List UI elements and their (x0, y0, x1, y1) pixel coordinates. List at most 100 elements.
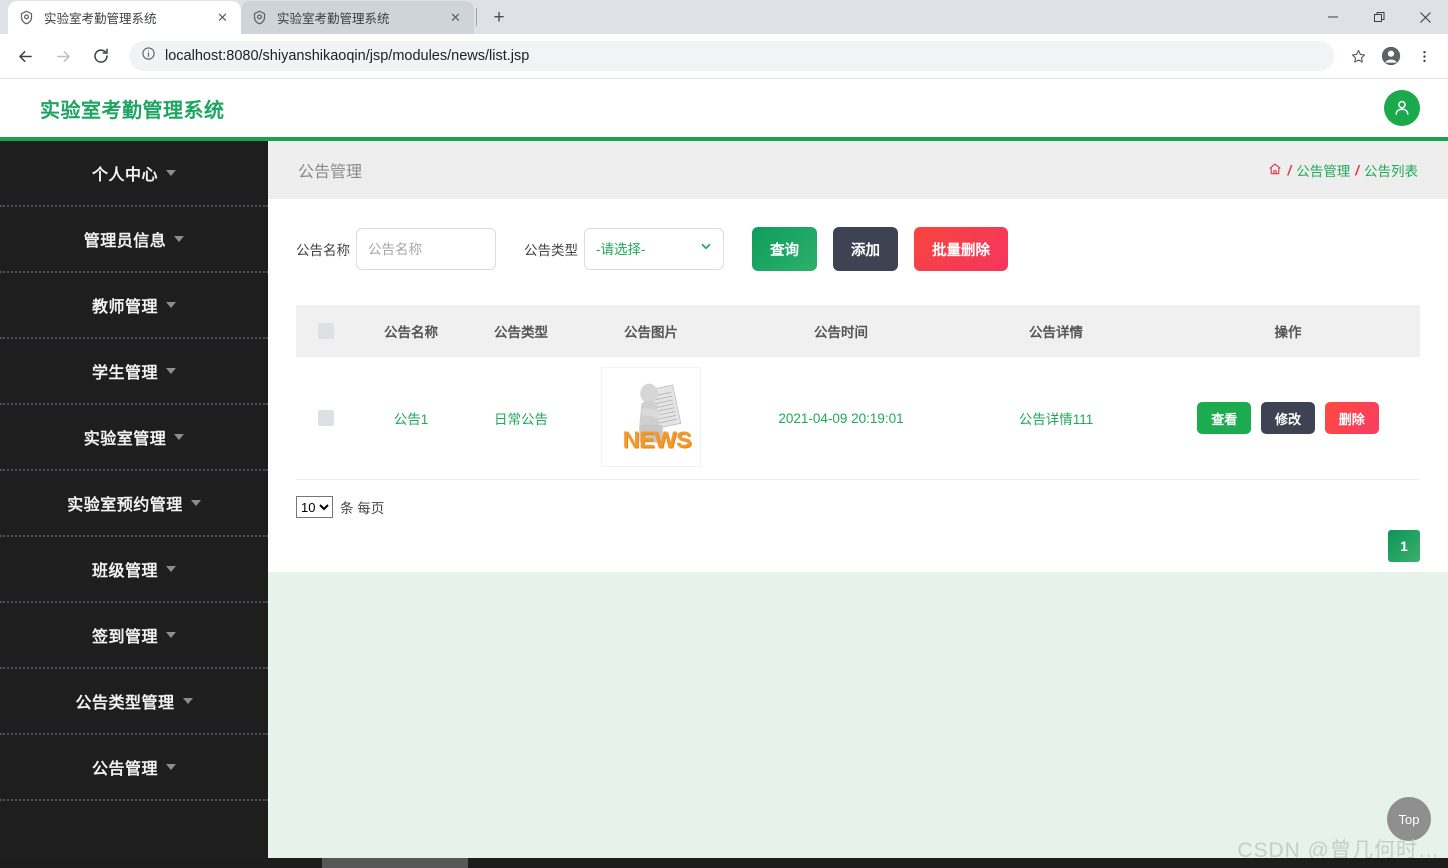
pagination-wrapper: 1 (268, 530, 1420, 562)
sidebar-nav: 个人中心 管理员信息 教师管理 学生管理 实验室管理 (0, 141, 268, 868)
home-icon[interactable] (1268, 162, 1282, 179)
news-thumbnail[interactable]: NEWS NEWS (601, 367, 701, 467)
breadcrumb: / 公告管理 / 公告列表 (1268, 160, 1418, 180)
section-heading: 公告管理 (298, 158, 362, 182)
window-controls (1310, 0, 1448, 34)
page-size-select[interactable]: 10 (296, 496, 333, 518)
content-card: 公告管理 / 公告管理 / 公告列表 (268, 141, 1448, 572)
view-button[interactable]: 查看 (1197, 402, 1251, 434)
chevron-down-icon (166, 368, 176, 374)
column-header-time: 公告时间 (726, 305, 956, 357)
row-select-cell (296, 357, 356, 480)
chevron-down-icon (166, 764, 176, 770)
sidebar-bottom-space (0, 801, 268, 861)
sidebar-item-signin-management[interactable]: 签到管理 (0, 603, 268, 669)
close-icon[interactable]: ✕ (214, 9, 231, 26)
chevron-down-icon (166, 632, 176, 638)
horizontal-scrollbar[interactable] (0, 858, 1448, 868)
forward-arrow-icon (47, 40, 79, 72)
sidebar-item-label: 实验室管理 (84, 425, 167, 449)
main-content: 公告管理 / 公告管理 / 公告列表 (268, 141, 1448, 868)
minimize-icon[interactable] (1310, 0, 1356, 34)
tab-title: 实验室考勤管理系统 (277, 8, 447, 27)
sidebar-item-label: 公告管理 (92, 755, 158, 779)
notice-type-select[interactable]: -请选择- (584, 228, 724, 270)
notice-table-wrapper: 公告名称 公告类型 公告图片 公告时间 公告详情 操作 (296, 305, 1420, 480)
table-body: 公告1 日常公告 (296, 357, 1420, 480)
body-row: 个人中心 管理员信息 教师管理 学生管理 实验室管理 (0, 141, 1448, 868)
cell-notice-name[interactable]: 公告1 (356, 357, 466, 480)
close-icon[interactable]: ✕ (447, 9, 464, 26)
column-header-detail: 公告详情 (956, 305, 1156, 357)
sidebar-item-lab-reservation-management[interactable]: 实验室预约管理 (0, 471, 268, 537)
page-title: 实验室考勤管理系统 (40, 94, 225, 123)
notice-name-input[interactable] (356, 228, 496, 270)
sidebar-item-class-management[interactable]: 班级管理 (0, 537, 268, 603)
web-application: 实验室考勤管理系统 个人中心 管理员信息 (0, 79, 1448, 868)
batch-delete-button[interactable]: 批量删除 (914, 227, 1008, 271)
restore-icon[interactable] (1356, 0, 1402, 34)
sidebar-item-label: 学生管理 (92, 359, 158, 383)
page-size-row: 10 条 每页 (296, 496, 1448, 518)
browser-tab-1[interactable]: 实验室考勤管理系统 ✕ (8, 1, 241, 34)
cell-notice-image: NEWS NEWS (576, 357, 726, 480)
address-bar[interactable]: localhost:8080/shiyanshikaoqin/jsp/modul… (129, 41, 1334, 71)
notice-type-label: 公告类型 (524, 239, 578, 259)
breadcrumb-item-notice-management[interactable]: 公告管理 (1296, 160, 1350, 180)
sidebar-item-label: 个人中心 (92, 161, 158, 185)
breadcrumb-separator: / (1355, 163, 1359, 178)
chevron-down-icon (174, 434, 184, 440)
new-tab-button[interactable]: + (485, 3, 513, 31)
breadcrumb-separator: / (1287, 163, 1291, 178)
back-arrow-icon[interactable] (9, 40, 41, 72)
browser-tab-2[interactable]: 实验室考勤管理系统 ✕ (241, 1, 474, 34)
sidebar-item-notice-management[interactable]: 公告管理 (0, 735, 268, 801)
select-all-checkbox[interactable] (318, 323, 334, 339)
page-number-button[interactable]: 1 (1388, 530, 1420, 562)
row-checkbox[interactable] (318, 410, 334, 426)
url-text: localhost:8080/shiyanshikaoqin/jsp/modul… (165, 48, 529, 64)
sidebar-item-label: 班级管理 (92, 557, 158, 581)
notice-type-select-wrapper: -请选择- (584, 228, 724, 270)
account-avatar-icon[interactable] (1376, 41, 1406, 71)
close-icon[interactable] (1402, 0, 1448, 34)
news-image: NEWS NEWS (602, 368, 700, 466)
delete-button[interactable]: 删除 (1325, 402, 1379, 434)
filter-bar: 公告名称 公告类型 -请选择- (268, 199, 1448, 271)
user-avatar-icon[interactable] (1384, 90, 1420, 126)
cell-notice-detail[interactable]: 公告详情111 (956, 357, 1156, 480)
shield-icon (18, 9, 35, 26)
sidebar-item-student-management[interactable]: 学生管理 (0, 339, 268, 405)
chevron-down-icon (174, 236, 184, 242)
notice-table: 公告名称 公告类型 公告图片 公告时间 公告详情 操作 (296, 305, 1420, 480)
column-header-type: 公告类型 (466, 305, 576, 357)
search-button[interactable]: 查询 (752, 227, 817, 271)
table-head: 公告名称 公告类型 公告图片 公告时间 公告详情 操作 (296, 305, 1420, 357)
edit-button[interactable]: 修改 (1261, 402, 1315, 434)
three-dot-menu-icon[interactable] (1409, 41, 1439, 71)
browser-toolbar: localhost:8080/shiyanshikaoqin/jsp/modul… (0, 34, 1448, 79)
info-circle-icon[interactable] (141, 46, 156, 66)
scrollbar-thumb[interactable] (322, 858, 468, 868)
add-button[interactable]: 添加 (833, 227, 898, 271)
tab-title: 实验室考勤管理系统 (44, 8, 214, 27)
chevron-down-icon (191, 500, 201, 506)
sidebar-item-personal-center[interactable]: 个人中心 (0, 141, 268, 207)
chevron-down-icon (166, 302, 176, 308)
sidebar-item-teacher-management[interactable]: 教师管理 (0, 273, 268, 339)
sidebar-item-notice-type-management[interactable]: 公告类型管理 (0, 669, 268, 735)
sidebar-item-label: 实验室预约管理 (67, 491, 183, 515)
sidebar-item-label: 签到管理 (92, 623, 158, 647)
reload-icon[interactable] (85, 40, 117, 72)
shield-icon (251, 9, 268, 26)
breadcrumb-bar: 公告管理 / 公告管理 / 公告列表 (268, 141, 1448, 199)
browser-window: 实验室考勤管理系统 ✕ 实验室考勤管理系统 ✕ + (0, 0, 1448, 868)
tab-divider (476, 8, 477, 26)
chevron-down-icon (166, 170, 176, 176)
column-header-actions: 操作 (1156, 305, 1420, 357)
star-icon[interactable] (1343, 41, 1373, 71)
tab-strip: 实验室考勤管理系统 ✕ 实验室考勤管理系统 ✕ + (0, 0, 1448, 34)
sidebar-item-lab-management[interactable]: 实验室管理 (0, 405, 268, 471)
breadcrumb-item-notice-list[interactable]: 公告列表 (1364, 160, 1418, 180)
sidebar-item-admin-info[interactable]: 管理员信息 (0, 207, 268, 273)
